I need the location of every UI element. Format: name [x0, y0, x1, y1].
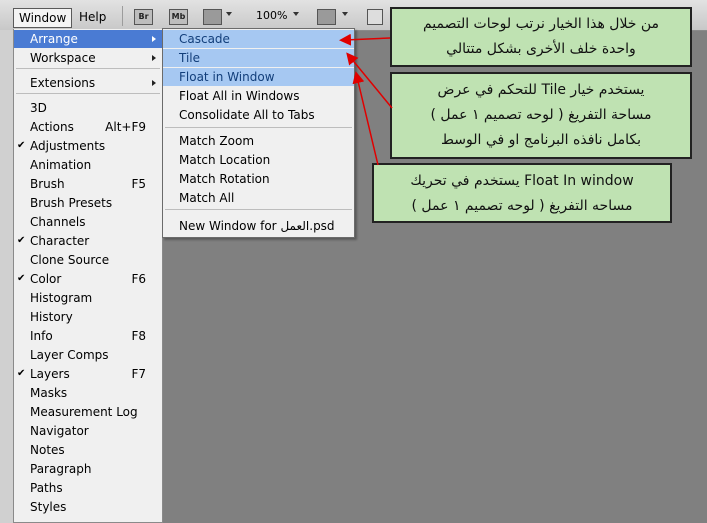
- arrow-to-cascade: [339, 33, 391, 46]
- arrow-to-float-in-window: [352, 71, 379, 166]
- arrow-to-tile: [346, 52, 393, 109]
- annotation-arrows: [339, 33, 393, 166]
